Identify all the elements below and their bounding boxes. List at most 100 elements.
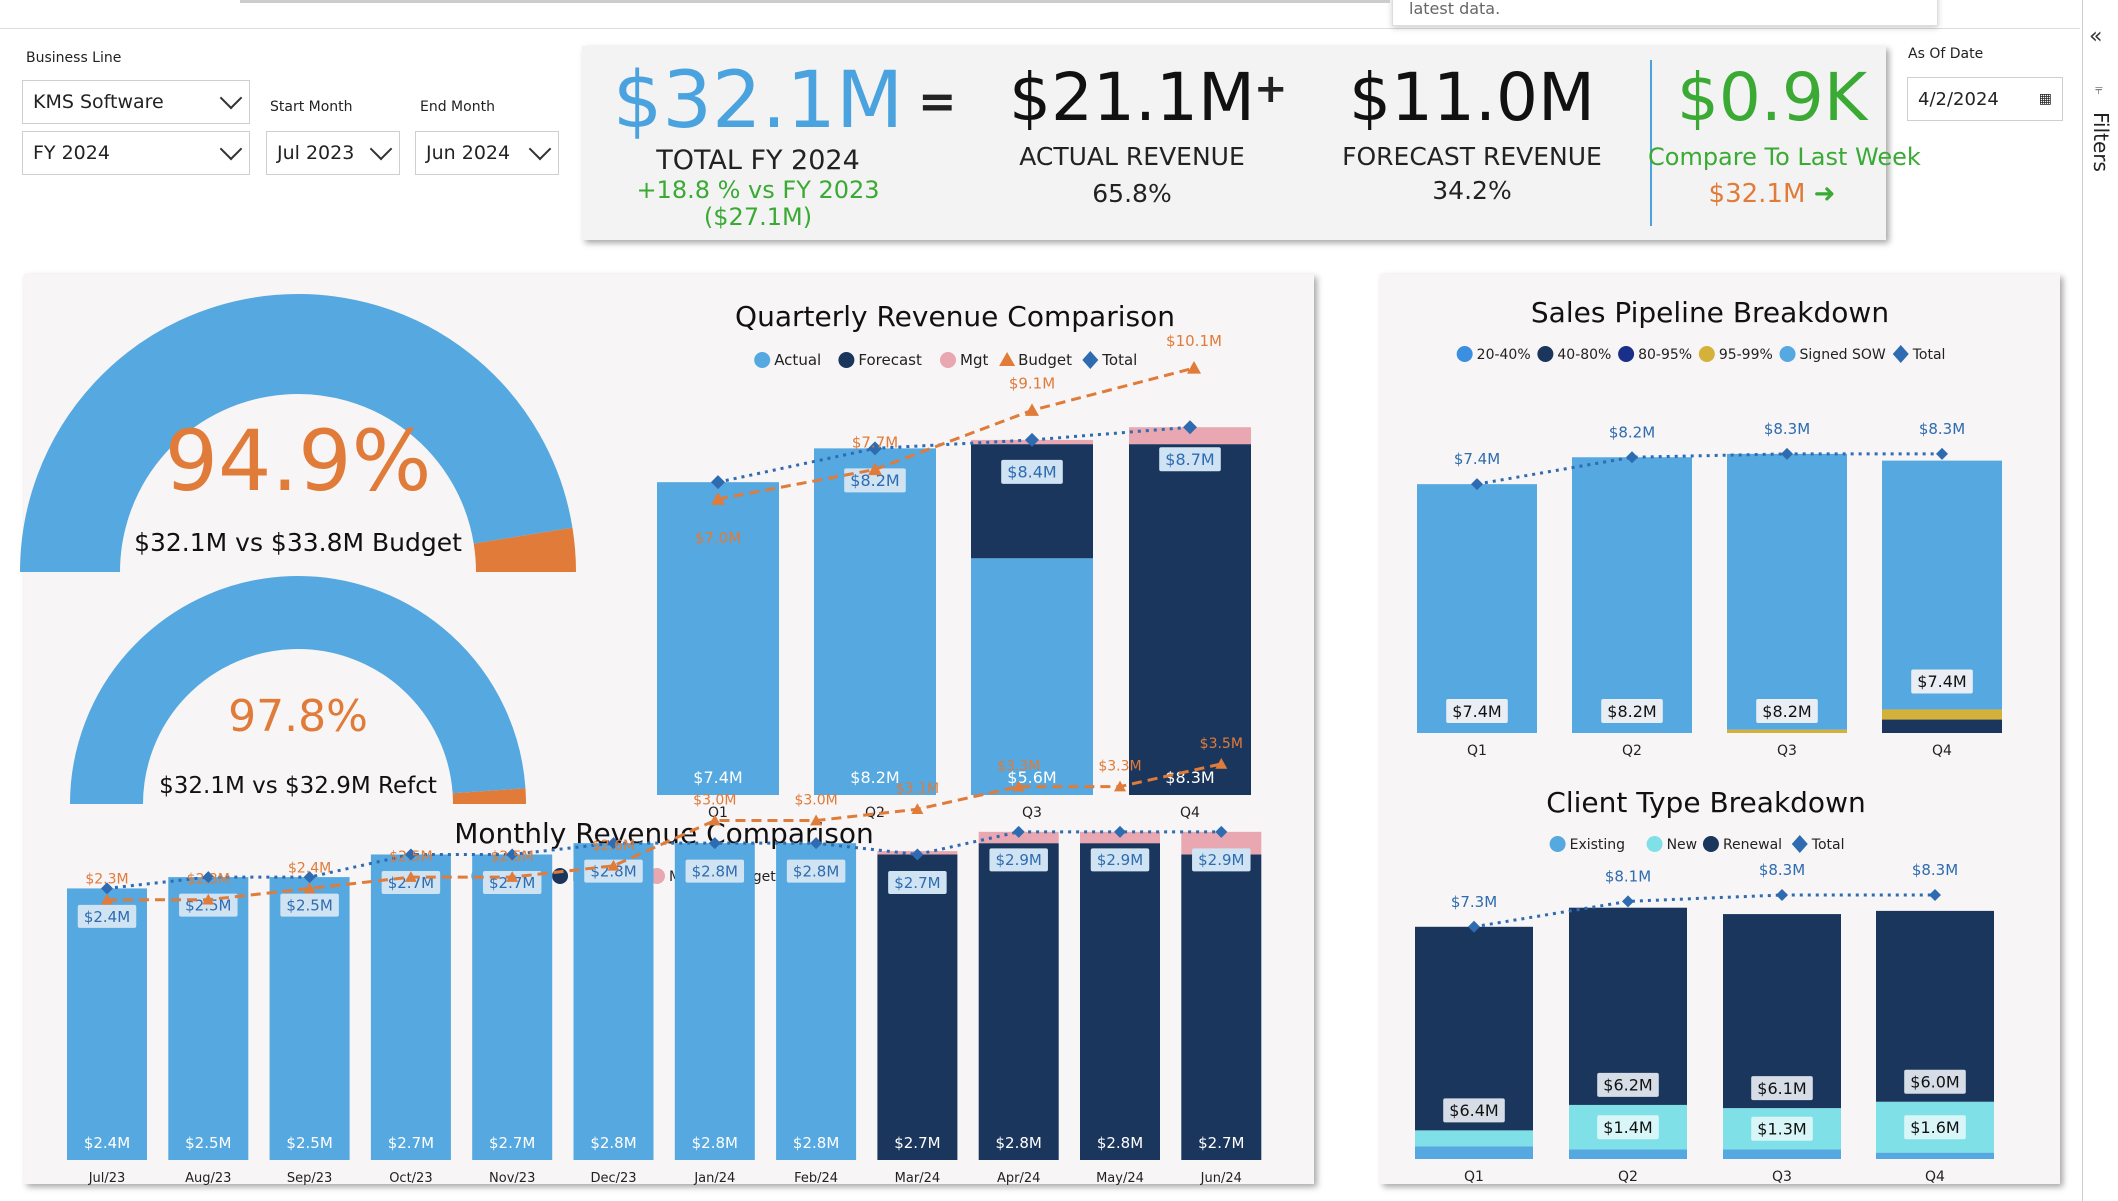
total-label: $7.3M [1451, 893, 1497, 911]
bar-actual [370, 854, 451, 1160]
renewal-label: $6.0M [1910, 1073, 1959, 1092]
total-marker [1936, 447, 1948, 460]
legend-marker [1702, 836, 1719, 852]
budget-marker [1025, 403, 1039, 416]
x-tick-label: Oct/23 [389, 1171, 432, 1186]
new-label: $1.3M [1757, 1120, 1806, 1139]
budget-label: $2.5M [491, 849, 534, 865]
legend-label: 20-40% [1477, 347, 1531, 363]
budget-label: $3.5M [1200, 736, 1243, 752]
total-marker [1776, 888, 1788, 901]
x-tick-label: Q3 [1022, 805, 1042, 821]
legend-marker [754, 352, 771, 368]
bar-95-99 [1882, 709, 2002, 720]
total-label: $8.3M [1759, 861, 1805, 879]
bar-signed-sow [1417, 484, 1537, 733]
bar-label-actual: $8.2M [850, 768, 899, 787]
budget-label: $7.0M [695, 529, 741, 547]
bar-label-actual: $2.8M [590, 1134, 636, 1152]
bar-label-actual: $7.4M [693, 768, 742, 787]
bar-label-actual: $2.5M [185, 1134, 231, 1152]
total-label: $2.7M [894, 874, 940, 892]
bar-label-forecast: $2.8M [1097, 1134, 1143, 1152]
x-tick-label: Q3 [1772, 1169, 1792, 1185]
x-tick-label: Aug/23 [185, 1171, 231, 1186]
x-tick-label: Feb/24 [794, 1171, 838, 1186]
bar-label-forecast: $2.7M [894, 1134, 940, 1152]
total-label: $2.9M [996, 851, 1042, 869]
total-marker [1622, 895, 1634, 908]
x-tick-label: Sep/23 [287, 1171, 332, 1186]
bar-label-forecast: $2.7M [1198, 1134, 1244, 1152]
x-tick-label: Q2 [1618, 1169, 1638, 1185]
bar-label-forecast: $2.8M [996, 1134, 1042, 1152]
bar-forecast [877, 854, 958, 1160]
budget-label: $3.0M [693, 793, 736, 809]
legend-label: Renewal [1723, 837, 1782, 853]
total-label: $8.3M [1919, 420, 1965, 438]
chart-title: Sales Pipeline Breakdown [1531, 296, 1889, 329]
legend-label: 80-95% [1638, 347, 1692, 363]
x-tick-label: Q4 [1180, 805, 1200, 821]
bar-actual [472, 854, 553, 1160]
legend-marker [1791, 835, 1808, 853]
x-tick-label: May/24 [1096, 1171, 1144, 1186]
chart-title: Client Type Breakdown [1546, 786, 1865, 819]
bar-existing [1876, 1152, 1994, 1159]
total-label: $8.2M [1609, 423, 1655, 441]
total-label: $2.8M [793, 863, 839, 881]
total-label: $2.8M [692, 863, 738, 881]
legend-marker [1618, 346, 1635, 362]
bar-label-actual: $2.7M [388, 1134, 434, 1152]
total-label: $2.4M [84, 908, 130, 926]
bar-label-actual: $2.7M [489, 1134, 535, 1152]
sow-label: $8.2M [1607, 702, 1656, 721]
renewal-label: $6.2M [1603, 1076, 1652, 1095]
total-label: $2.5M [286, 897, 332, 915]
total-line [717, 425, 1191, 484]
total-label: $7.4M [1454, 450, 1500, 468]
budget-label: $3.3M [1098, 759, 1141, 775]
bar-95-99 [1727, 729, 1847, 733]
budget-label: $2.4M [288, 860, 331, 876]
legend-marker [1549, 836, 1566, 852]
budget-label: $10.1M [1166, 332, 1222, 350]
legend-marker [1646, 836, 1663, 852]
legend-marker [1698, 346, 1715, 362]
bar-signed-sow [1572, 457, 1692, 733]
legend-label: Total [1912, 347, 1946, 363]
total-label: $8.3M [1912, 861, 1958, 879]
budget-label: $3.1M [896, 781, 939, 797]
legend-label: 40-80% [1557, 347, 1611, 363]
legend-marker [1456, 346, 1473, 362]
renewal-label: $6.1M [1757, 1079, 1806, 1098]
bar-forecast [1080, 843, 1160, 1160]
budget-label: $3.0M [794, 793, 837, 809]
budget-label: $2.3M [85, 872, 128, 888]
total-line [1473, 893, 1935, 929]
x-tick-label: Nov/23 [489, 1171, 535, 1186]
legend-marker [838, 352, 855, 368]
new-label: $1.4M [1603, 1118, 1652, 1137]
total-line [1476, 452, 1942, 486]
legend-label: Total [1811, 837, 1845, 853]
bar-forecast [1181, 854, 1262, 1160]
new-label: $1.6M [1910, 1118, 1959, 1137]
bar-label-actual: $2.4M [84, 1134, 130, 1152]
legend-label: Existing [1570, 837, 1625, 853]
total-label: $2.9M [1097, 851, 1143, 869]
legend-label: Budget [1018, 351, 1072, 369]
bar-actual [168, 877, 249, 1160]
budget-label: $2.6M [592, 838, 635, 854]
bar-actual [573, 843, 654, 1160]
chart-title: Quarterly Revenue Comparison [735, 300, 1175, 333]
x-tick-label: Jul/23 [88, 1171, 126, 1186]
legend-label: Signed SOW [1800, 347, 1886, 363]
bar-label-forecast: $8.3M [1165, 768, 1214, 787]
sow-label: $7.4M [1917, 672, 1966, 691]
budget-marker [1187, 361, 1201, 374]
budget-label: $2.5M [389, 849, 432, 865]
total-label: $2.9M [1198, 851, 1244, 869]
legend-marker [1537, 346, 1554, 362]
x-tick-label: Apr/24 [997, 1171, 1040, 1186]
